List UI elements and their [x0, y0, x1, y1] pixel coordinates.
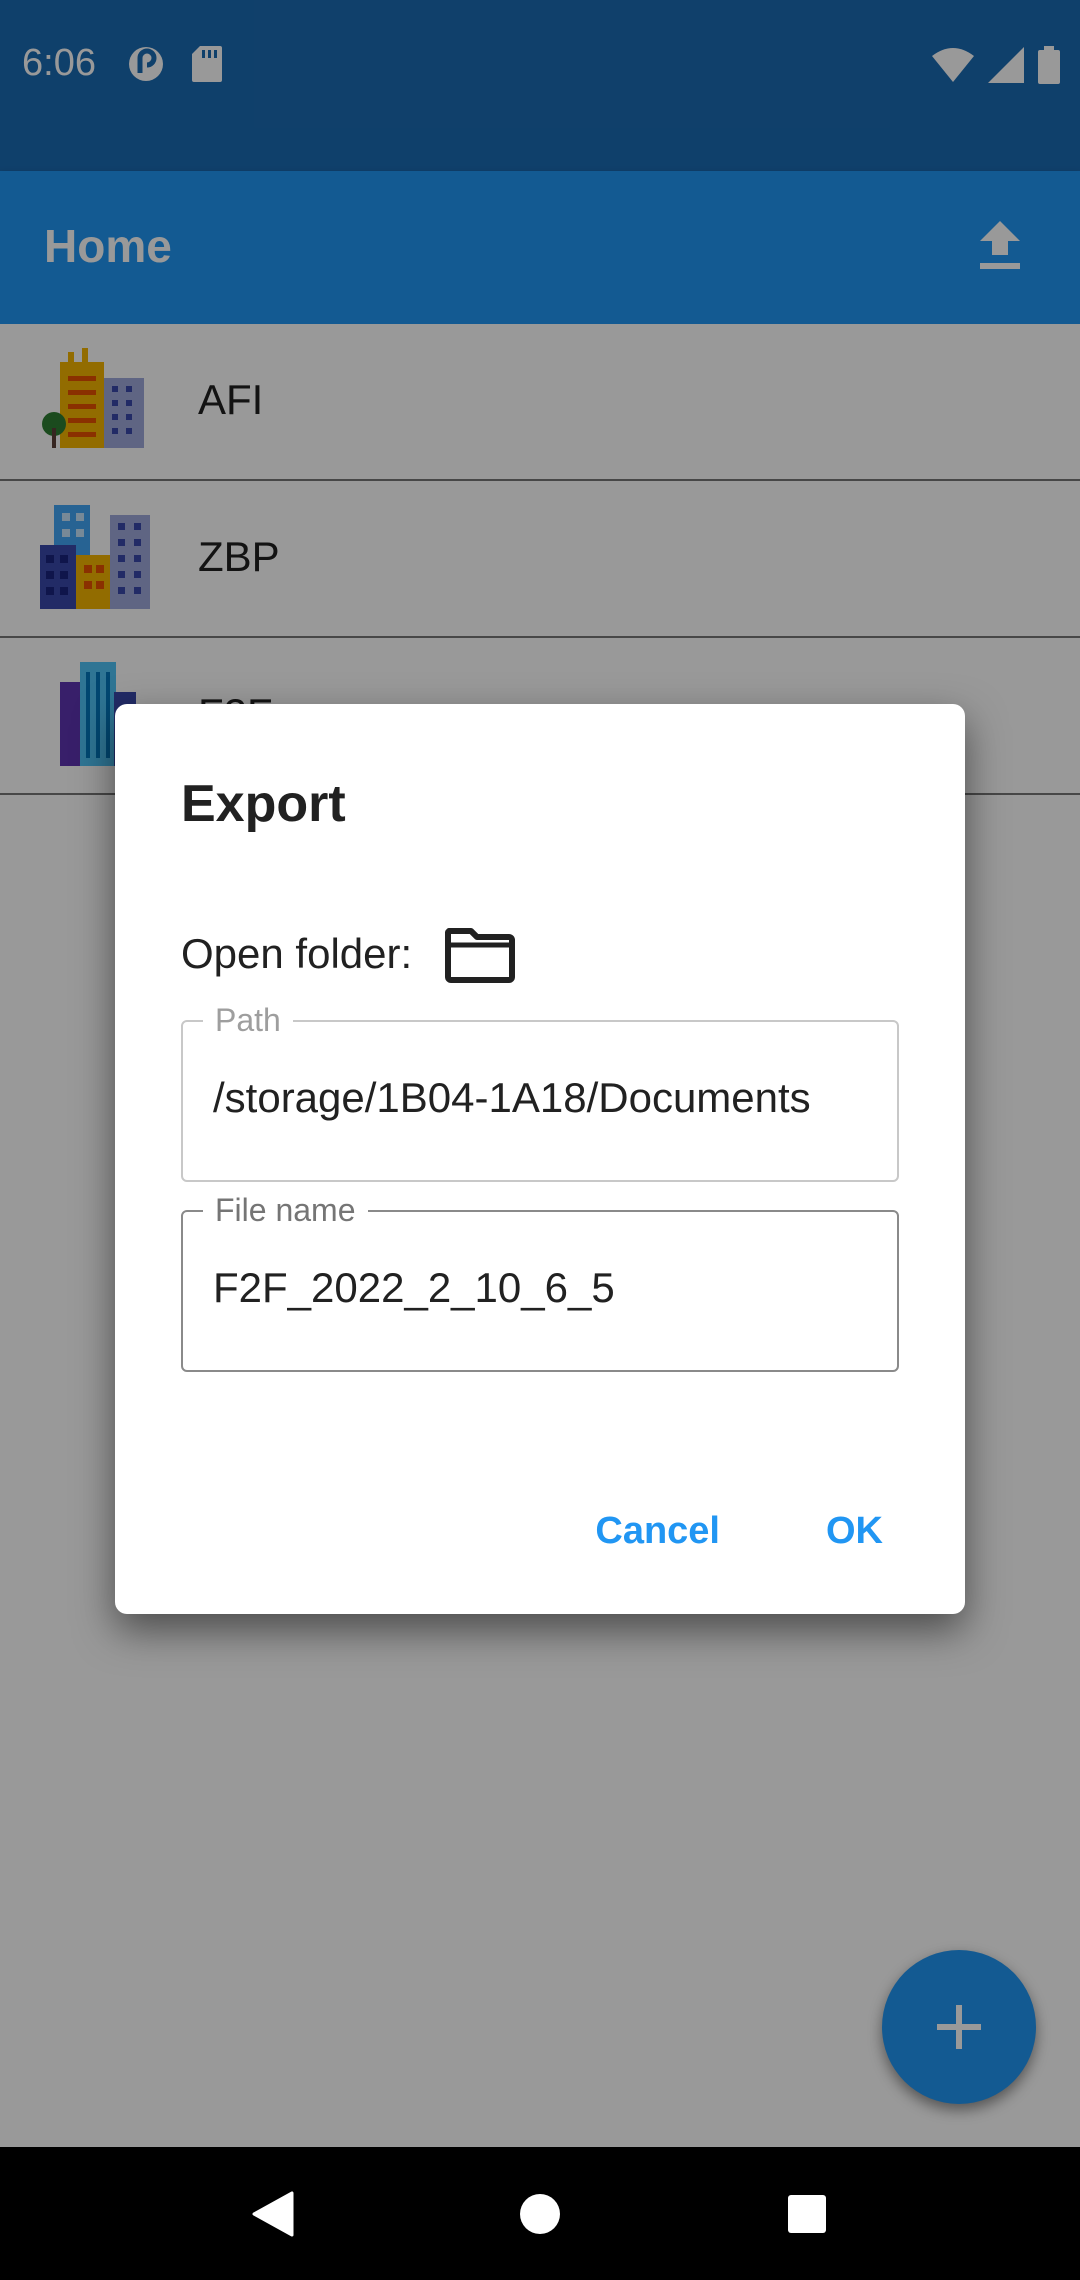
- path-label: Path: [203, 1002, 293, 1039]
- folder-icon: [445, 928, 516, 983]
- open-folder-row: Open folder:: [181, 922, 518, 986]
- dialog-actions: Cancel OK: [511, 1500, 905, 1563]
- back-icon: [252, 2191, 294, 2236]
- home-button[interactable]: [500, 2174, 580, 2254]
- home-icon: [519, 2193, 560, 2234]
- ok-button[interactable]: OK: [804, 1500, 905, 1563]
- path-value: /storage/1B04-1A18/Documents: [213, 1074, 811, 1121]
- open-folder-button[interactable]: [442, 922, 518, 986]
- file-name-value: F2F_2022_2_10_6_5: [213, 1264, 615, 1311]
- dialog-title: Export: [181, 775, 346, 833]
- file-name-field[interactable]: File name F2F_2022_2_10_6_5: [181, 1192, 899, 1372]
- navigation-bar: [0, 2147, 1080, 2280]
- recents-button[interactable]: [767, 2174, 847, 2254]
- open-folder-label: Open folder:: [181, 930, 413, 977]
- cancel-button[interactable]: Cancel: [573, 1500, 742, 1563]
- path-field[interactable]: Path /storage/1B04-1A18/Documents: [181, 1002, 899, 1182]
- recents-icon: [787, 2194, 826, 2233]
- back-button[interactable]: [233, 2174, 313, 2254]
- file-name-label: File name: [203, 1192, 368, 1229]
- export-dialog: Export Open folder: Path /storage/1B04-1…: [115, 704, 965, 1614]
